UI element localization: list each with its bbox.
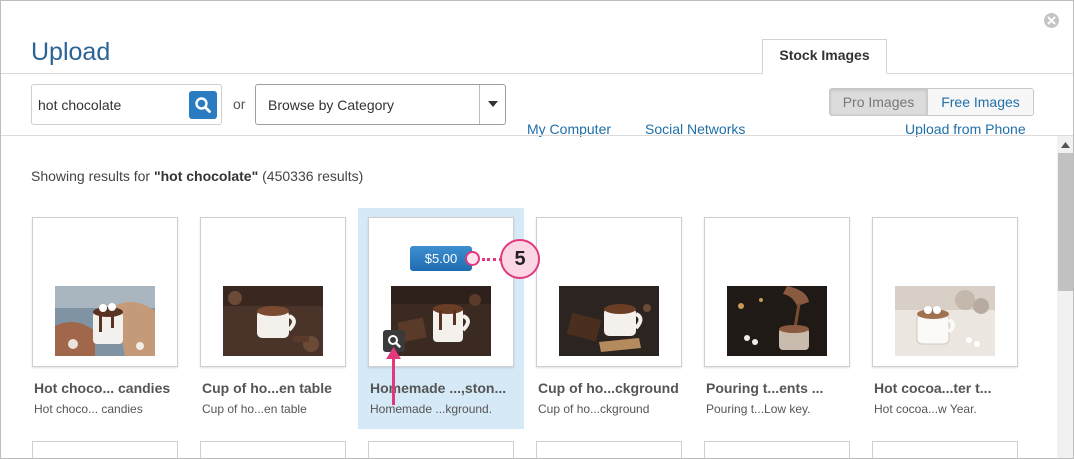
- close-icon[interactable]: [1044, 13, 1059, 28]
- card-subtitle: Cup of ho...en table: [202, 402, 307, 416]
- scroll-thumb[interactable]: [1058, 153, 1073, 291]
- card-subtitle: Homemade ...kground.: [370, 402, 493, 416]
- results-query: "hot chocolate": [153, 168, 259, 184]
- tab-stock-images[interactable]: Stock Images: [762, 39, 887, 74]
- callout-connector: [482, 258, 502, 261]
- card-title: Hot cocoa...ter t...: [874, 380, 992, 396]
- card-title: Homemade ...,ston...: [370, 380, 507, 396]
- tab-bar: My Computer Social Networks Upload from …: [1, 73, 1073, 137]
- thumbnail-image: [391, 286, 491, 356]
- thumbnail-image: [223, 286, 323, 356]
- image-card-thumbnail[interactable]: [704, 441, 850, 458]
- card-subtitle: Hot cocoa...w Year.: [874, 402, 977, 416]
- thumbnail-image: [559, 286, 659, 356]
- caret-down-icon: [488, 101, 498, 107]
- dropdown-toggle[interactable]: [479, 85, 506, 124]
- callout-number-badge: 5: [500, 239, 540, 279]
- search-input[interactable]: [38, 95, 183, 115]
- image-card-thumbnail[interactable]: [32, 217, 178, 367]
- image-card-thumbnail[interactable]: [872, 441, 1018, 458]
- search-button[interactable]: [189, 91, 217, 119]
- card-subtitle: Pouring t...Low key.: [706, 402, 811, 416]
- image-card-thumbnail[interactable]: [704, 217, 850, 367]
- card-title: Cup of ho...ckground: [538, 380, 679, 396]
- card-title: Pouring t...ents ...: [706, 380, 824, 396]
- card-title: Hot choco... candies: [34, 380, 171, 396]
- image-card-thumbnail[interactable]: [536, 441, 682, 458]
- image-card-thumbnail[interactable]: [200, 441, 346, 458]
- page-title: Upload: [31, 38, 111, 66]
- price-button[interactable]: $5.00: [410, 246, 472, 271]
- image-card-thumbnail[interactable]: [368, 441, 514, 458]
- search-box: [31, 84, 222, 125]
- thumbnail-image: [55, 286, 155, 356]
- results-count: (450336 results): [258, 168, 364, 184]
- tab-my-computer[interactable]: My Computer: [527, 116, 611, 147]
- annotation-arrow-shaft: [392, 351, 395, 405]
- results-summary: Showing results for "hot chocolate" (450…: [31, 168, 364, 184]
- card-subtitle: Hot choco... candies: [34, 402, 143, 416]
- vertical-scrollbar[interactable]: [1057, 136, 1073, 458]
- tab-social-networks[interactable]: Social Networks: [645, 116, 745, 147]
- scroll-up-icon[interactable]: [1061, 142, 1070, 148]
- or-label: or: [233, 96, 246, 112]
- callout-anchor: [465, 251, 480, 266]
- search-icon: [195, 97, 211, 113]
- image-card-thumbnail[interactable]: [872, 217, 1018, 367]
- image-card-thumbnail[interactable]: [200, 217, 346, 367]
- category-selected-value: Browse by Category: [268, 97, 395, 113]
- tab-upload-from-phone[interactable]: Upload from Phone: [905, 116, 1026, 147]
- magnifier-icon: [388, 335, 401, 348]
- card-subtitle: Cup of ho...ckground: [538, 402, 650, 416]
- upload-dialog: Upload My Computer Social Networks Uploa…: [0, 0, 1074, 459]
- free-images-toggle[interactable]: Free Images: [927, 88, 1034, 116]
- image-card-thumbnail[interactable]: [32, 441, 178, 458]
- pro-images-toggle[interactable]: Pro Images: [829, 88, 928, 116]
- arrow-up-icon: [386, 347, 401, 359]
- card-title: Cup of ho...en table: [202, 380, 332, 396]
- image-card-thumbnail[interactable]: [536, 217, 682, 367]
- thumbnail-image: [895, 286, 995, 356]
- category-select[interactable]: Browse by Category: [255, 84, 506, 125]
- divider: [1, 135, 1073, 136]
- thumbnail-image: [727, 286, 827, 356]
